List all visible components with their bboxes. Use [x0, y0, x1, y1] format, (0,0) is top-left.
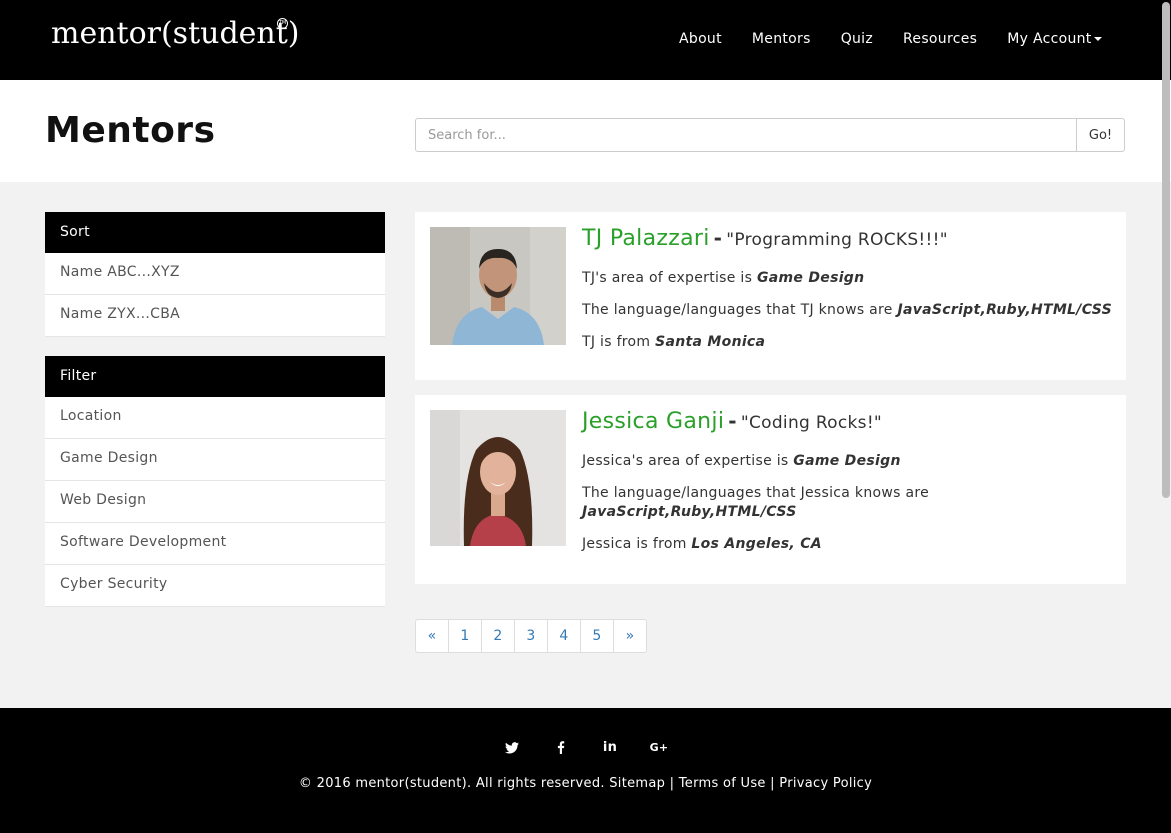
social-links: in G+: [0, 738, 1171, 757]
mentor-title: Jessica Ganji - "Coding Rocks!": [582, 409, 1116, 434]
expertise-prefix: Jessica's area of expertise is: [582, 453, 794, 469]
mentor-info: TJ Palazzari - "Programming ROCKS!!!" TJ's…: [582, 226, 1116, 365]
languages-prefix: The language/languages that TJ knows are: [582, 302, 898, 318]
footer-text: © 2016 mentor(student). All rights reser…: [0, 776, 1171, 791]
mentor-info: Jessica Ganji - "Coding Rocks!" Jessica's …: [582, 409, 1116, 567]
sort-name-desc[interactable]: Name ZYX...CBA: [45, 295, 385, 337]
page-next-button[interactable]: »: [613, 619, 647, 653]
languages-value: JavaScript,Ruby,HTML/CSS: [582, 504, 797, 520]
nav-link-resources[interactable]: Resources: [903, 31, 977, 47]
filter-game-design[interactable]: Game Design: [45, 439, 385, 481]
mentor-languages: The language/languages that TJ knows are…: [582, 301, 1116, 320]
languages-prefix: The language/languages that Jessica know…: [582, 485, 930, 501]
site-footer: in G+ © 2016 mentor(student). All rights…: [0, 708, 1171, 833]
mentor-title: TJ Palazzari - "Programming ROCKS!!!": [582, 226, 1116, 251]
trademark-mark: TM: [277, 18, 288, 29]
mentor-name[interactable]: Jessica Ganji: [582, 409, 724, 434]
privacy-link[interactable]: Privacy Policy: [779, 776, 872, 791]
mentor-expertise: TJ's area of expertise is Game Design: [582, 269, 1116, 288]
mentor-card: Jessica Ganji - "Coding Rocks!" Jessica's …: [415, 395, 1126, 584]
scrollbar[interactable]: [1161, 0, 1171, 833]
expertise-prefix: TJ's area of expertise is: [582, 270, 757, 286]
nav-menu: About Mentors Quiz Resources My Account: [679, 31, 1102, 47]
mentor-expertise: Jessica's area of expertise is Game Desi…: [582, 452, 1116, 471]
linkedin-icon[interactable]: in: [601, 738, 620, 757]
page-2-link[interactable]: 2: [481, 619, 515, 653]
mentor-name[interactable]: TJ Palazzari: [582, 226, 710, 251]
filter-software-development[interactable]: Software Development: [45, 523, 385, 565]
nav-link-about[interactable]: About: [679, 31, 722, 47]
title-dash: -: [728, 409, 737, 433]
footer-separator: |: [669, 776, 675, 791]
page-4-link[interactable]: 4: [547, 619, 581, 653]
mentor-languages: The language/languages that Jessica know…: [582, 484, 1116, 522]
google-plus-icon[interactable]: G+: [650, 738, 669, 757]
mentor-quote: "Coding Rocks!": [740, 413, 883, 433]
filter-web-design[interactable]: Web Design: [45, 481, 385, 523]
page-3-link[interactable]: 3: [514, 619, 548, 653]
location-value: Santa Monica: [655, 334, 766, 350]
mentor-photo[interactable]: [430, 227, 566, 345]
languages-value: JavaScript,Ruby,HTML/CSS: [897, 302, 1113, 318]
title-dash: -: [713, 226, 723, 250]
mentor-location: Jessica is from Los Angeles, CA: [582, 535, 1116, 554]
nav-link-quiz[interactable]: Quiz: [841, 31, 873, 47]
filter-heading: Filter: [45, 356, 385, 397]
location-value: Los Angeles, CA: [691, 536, 822, 552]
copyright-text: © 2016 mentor(student). All rights reser…: [298, 776, 605, 791]
page-title: Mentors: [45, 110, 216, 151]
mentor-card: TJ Palazzari - "Programming ROCKS!!!" TJ's…: [415, 212, 1126, 380]
filter-cyber-security[interactable]: Cyber Security: [45, 565, 385, 607]
sort-heading: Sort: [45, 212, 385, 253]
location-prefix: TJ is from: [582, 334, 656, 350]
caret-down-icon: [1093, 37, 1102, 41]
sort-name-asc[interactable]: Name ABC...XYZ: [45, 253, 385, 295]
scrollbar-thumb[interactable]: [1162, 2, 1170, 498]
sitemap-link[interactable]: Sitemap: [609, 776, 665, 791]
page-5-link[interactable]: 5: [580, 619, 614, 653]
terms-link[interactable]: Terms of Use: [679, 776, 766, 791]
mentor-quote: "Programming ROCKS!!!": [726, 230, 948, 250]
page-1-link[interactable]: 1: [448, 619, 482, 653]
location-prefix: Jessica is from: [582, 536, 692, 552]
expertise-value: Game Design: [756, 270, 865, 286]
pagination: « 1 2 3 4 5 »: [415, 619, 647, 653]
nav-link-mentors[interactable]: Mentors: [752, 31, 811, 47]
filter-location[interactable]: Location: [45, 397, 385, 439]
page-prev-button[interactable]: «: [415, 619, 449, 653]
top-navbar: mentor(student) TM About Mentors Quiz Re…: [0, 0, 1171, 80]
search-input[interactable]: [415, 118, 1077, 152]
facebook-icon[interactable]: [552, 738, 571, 757]
footer-separator: |: [770, 776, 775, 791]
twitter-icon[interactable]: [503, 738, 522, 757]
nav-link-my-account[interactable]: My Account: [1007, 31, 1102, 47]
mentor-photo[interactable]: [430, 410, 566, 546]
mentor-location: TJ is from Santa Monica: [582, 333, 1116, 352]
search-go-button[interactable]: Go!: [1076, 118, 1125, 152]
site-logo[interactable]: mentor(student) TM: [51, 16, 300, 51]
expertise-value: Game Design: [793, 453, 901, 469]
logo-text: mentor(student): [51, 16, 300, 51]
my-account-label: My Account: [1007, 31, 1092, 47]
